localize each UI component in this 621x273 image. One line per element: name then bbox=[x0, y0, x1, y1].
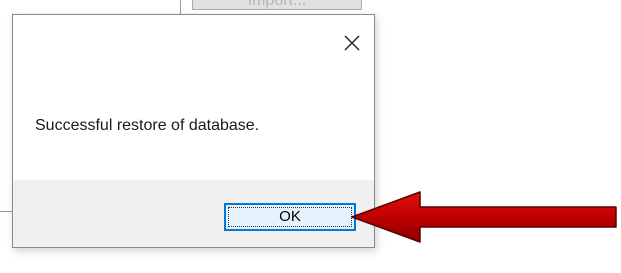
focus-rectangle bbox=[228, 207, 352, 227]
background-window-border bbox=[180, 0, 181, 14]
close-icon bbox=[344, 35, 360, 51]
dialog-message: Successful restore of database. bbox=[35, 117, 260, 134]
message-dialog: Successful restore of database. OK bbox=[12, 14, 375, 248]
background-window-border-left bbox=[0, 211, 12, 212]
dialog-button-bar: OK bbox=[13, 180, 374, 247]
ok-button[interactable]: OK bbox=[224, 203, 356, 231]
close-button[interactable] bbox=[338, 29, 366, 57]
annotation-arrow-icon bbox=[351, 191, 617, 243]
background-import-button: Import... bbox=[192, 0, 362, 10]
